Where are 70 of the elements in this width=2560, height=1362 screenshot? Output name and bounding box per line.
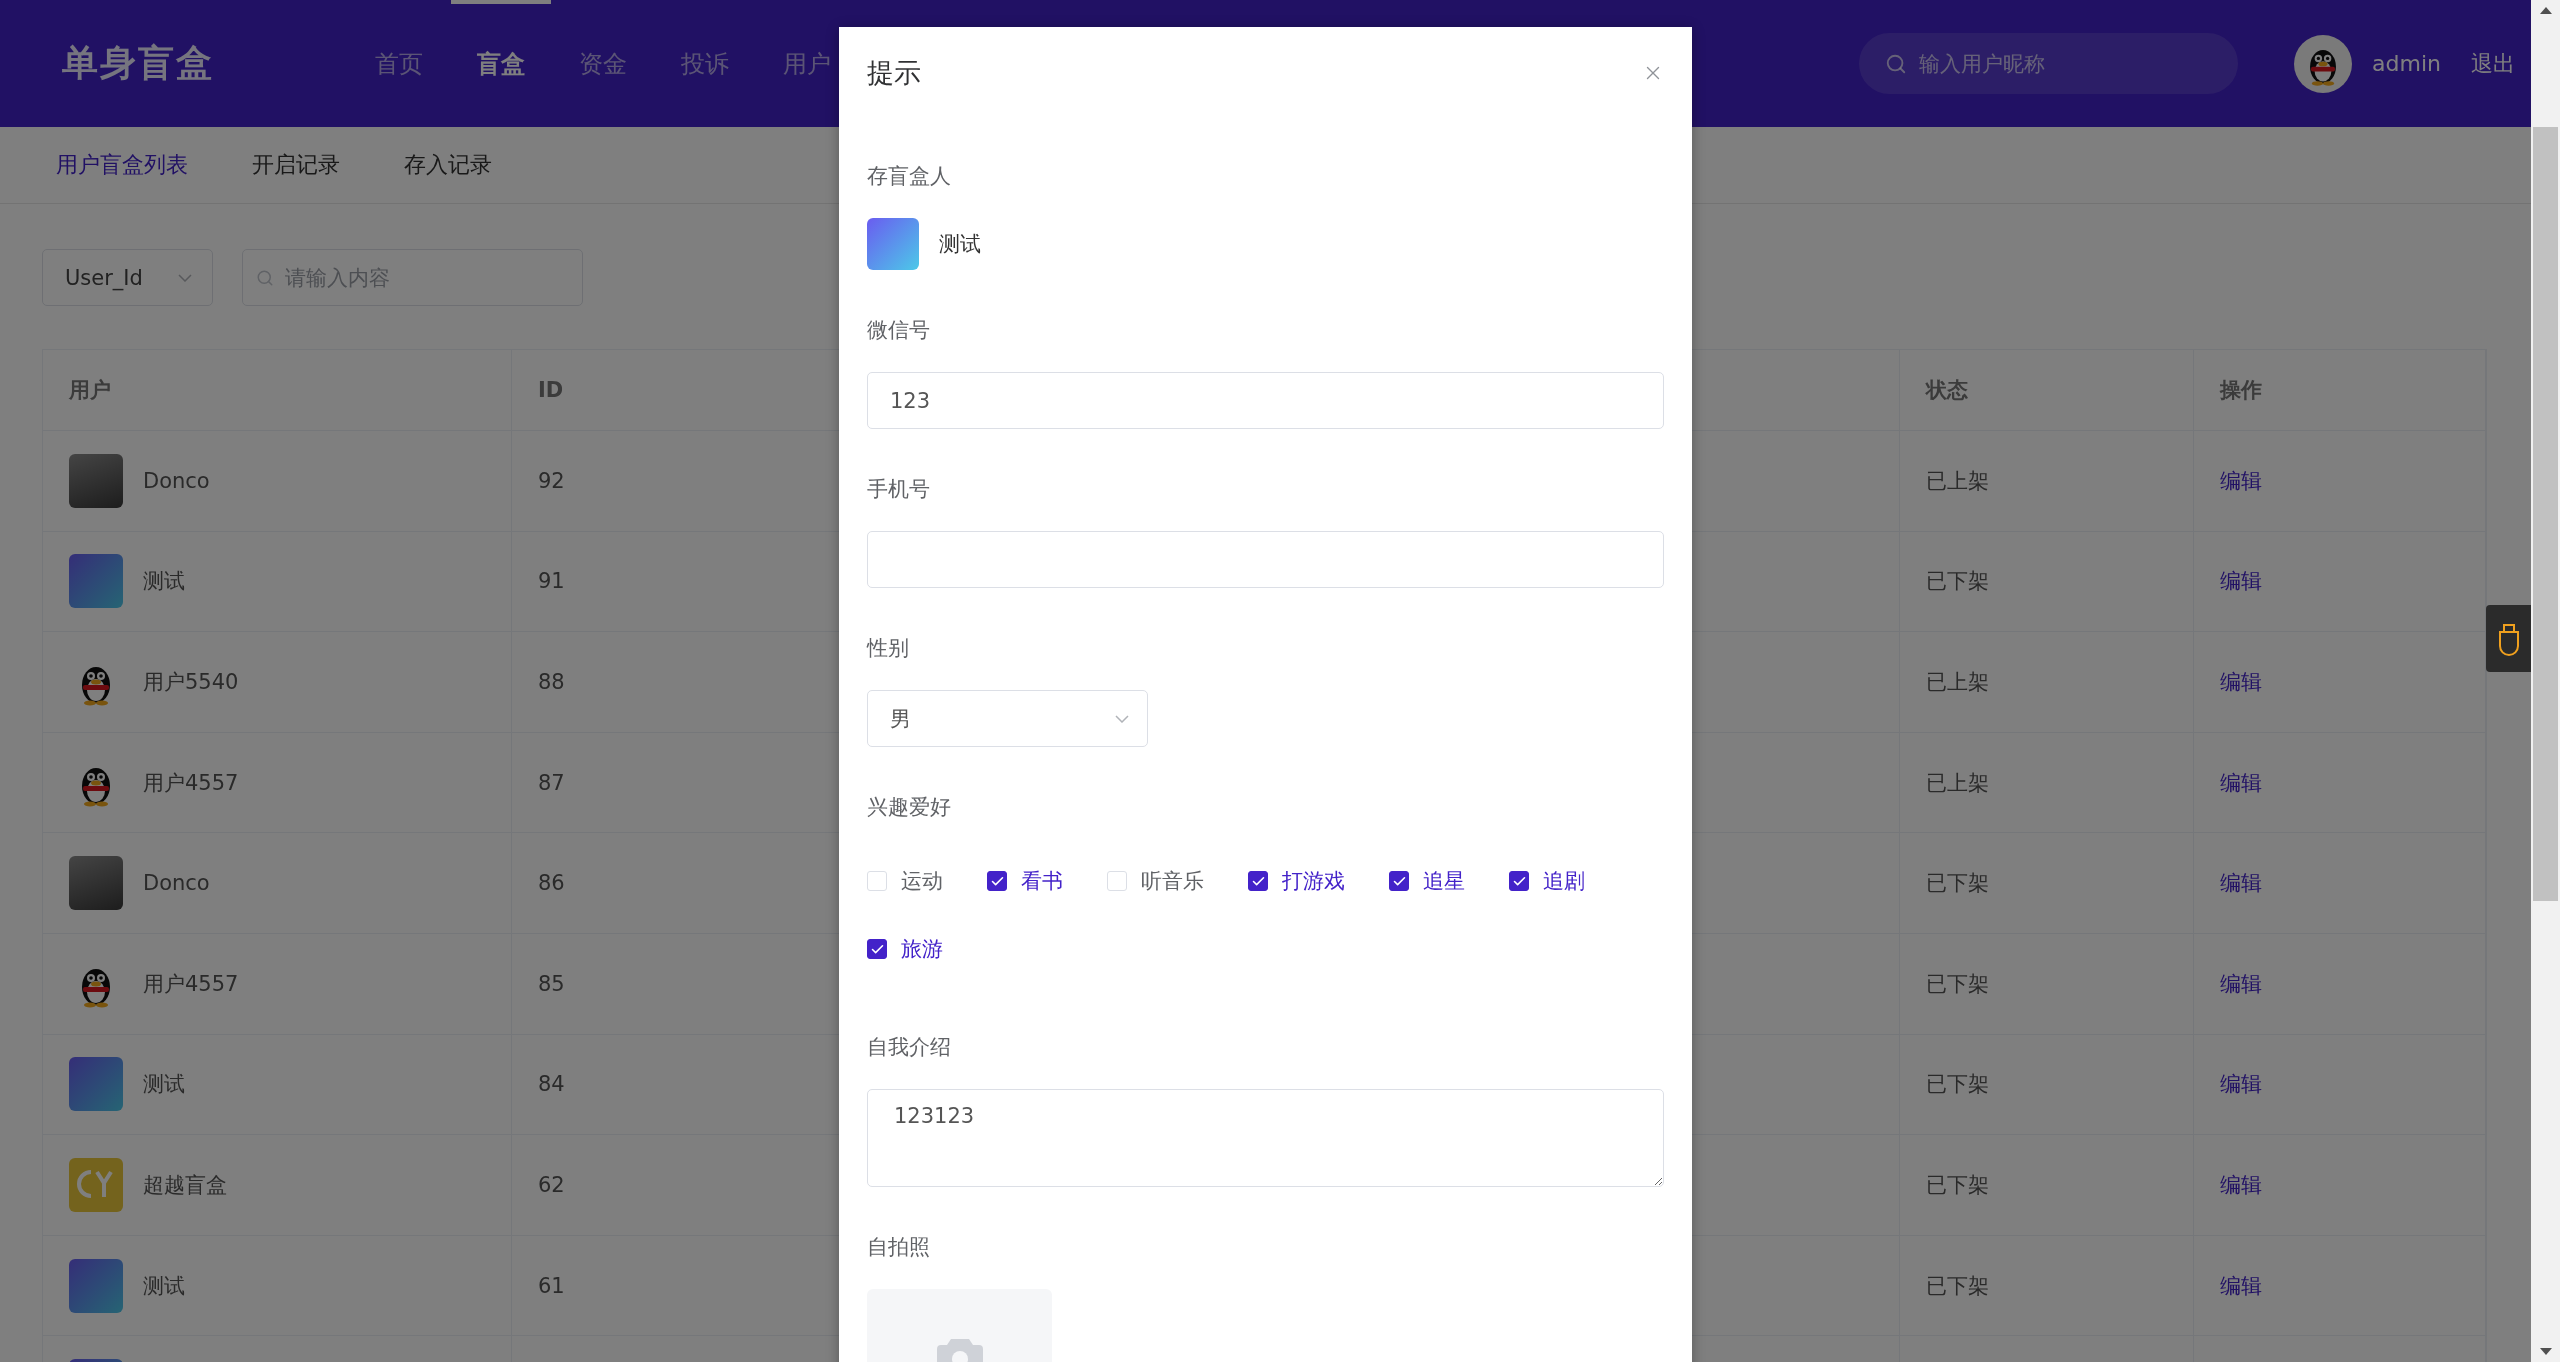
logout-link[interactable]: 退出 [2471,48,2515,79]
user-name-cell-text: 用户4557 [143,769,239,797]
field-select[interactable]: User_Id [42,249,213,306]
user-name-cell: Donco [143,871,210,896]
nav-tab[interactable]: 资金 [553,0,653,127]
status-cell-text: 已下架 [1926,1272,1989,1300]
id-cell: 61 [538,1273,565,1298]
id-cell: 92 [538,468,565,493]
select-field[interactable]: 男 [867,690,1148,747]
edit-link[interactable]: 编辑 [2220,1170,2262,1199]
column-header: 用户 [69,377,111,404]
user-name-cell-text: 测试 [143,1071,185,1099]
user-name: admin [2372,51,2441,76]
id-cell: 84 [538,1072,565,1097]
status-cell-text: 已下架 [1926,1071,1989,1099]
id-cell: 62 [538,1172,565,1197]
field-label: 自我介绍 [867,1034,952,1061]
field-label: 自拍照 [867,1234,931,1261]
nav-tab[interactable]: 盲盒 [451,0,551,127]
edit-link[interactable]: 编辑 [2220,668,2262,696]
id-cell: 85 [538,971,565,996]
id-cell: 86 [538,871,565,896]
edit-link[interactable]: 编辑 [2220,969,2262,998]
sub-nav-tab[interactable]: 存入记录 [404,150,492,180]
id-cell: 88 [538,670,565,694]
column-header: ID [538,378,564,402]
sub-nav-tab[interactable]: 开启记录 [252,150,340,180]
field-label: 性别 [867,635,910,662]
edit-link[interactable]: 编辑 [2220,466,2262,495]
brand-logo: 单身盲盒 [62,41,215,85]
field-label: 微信号 [867,317,931,344]
text-input-field[interactable]: 123 [867,372,1664,429]
id-cell: 87 [538,770,565,795]
status-cell-text: 已下架 [1926,568,1989,596]
nav-tab[interactable]: 首页 [349,0,449,127]
edit-link[interactable]: 编辑 [2220,1271,2262,1300]
user-name-cell: Donco [143,468,210,493]
textarea-field[interactable]: 123123 [867,1089,1664,1187]
field-label: 存盲盒人 [867,163,952,190]
id-cell: 91 [538,569,565,594]
owner-name: 测试 [939,231,981,258]
nav-tab[interactable]: 投诉 [655,0,755,127]
status-cell-text: 已下架 [1926,870,1989,898]
checkbox-option[interactable]: 听音乐 [1107,867,1204,895]
edit-link[interactable]: 编辑 [2220,768,2262,797]
status-cell-text: 已上架 [1926,467,1989,495]
edit-link[interactable]: 编辑 [2220,567,2262,596]
checkbox-option[interactable]: 打游戏 [1248,867,1345,895]
user-name-cell-text: 用户4557 [143,970,239,998]
edit-link[interactable]: 编辑 [2220,869,2262,898]
column-header: 状态 [1926,377,1968,404]
status-cell-text: 已下架 [1926,1171,1989,1199]
user-name-cell-text: 测试 [143,1272,185,1300]
column-header: 操作 [2220,377,2262,404]
field-label: 兴趣爱好 [867,794,952,821]
user-name-cell-text: 用户5540 [143,669,239,696]
status-cell-text: 已上架 [1926,769,1989,797]
checkbox-option[interactable]: 追剧 [1509,867,1585,895]
user-name-cell-text: 超越盲盒 [143,1171,227,1199]
status-cell-text: 已上架 [1926,669,1989,696]
checkbox-option[interactable]: 追星 [1389,867,1465,895]
edit-link[interactable]: 编辑 [2220,1070,2262,1099]
checkbox-option[interactable]: 运动 [867,867,943,895]
dialog-title: 提示 [867,56,921,90]
user-name-cell-text: 测试 [143,568,185,596]
sub-nav-tab[interactable]: 用户盲盒列表 [56,150,188,180]
checkbox-option[interactable]: 旅游 [867,935,943,963]
field-label: 手机号 [867,476,931,503]
status-cell-text: 已下架 [1926,970,1989,998]
checkbox-option[interactable]: 看书 [987,867,1063,895]
